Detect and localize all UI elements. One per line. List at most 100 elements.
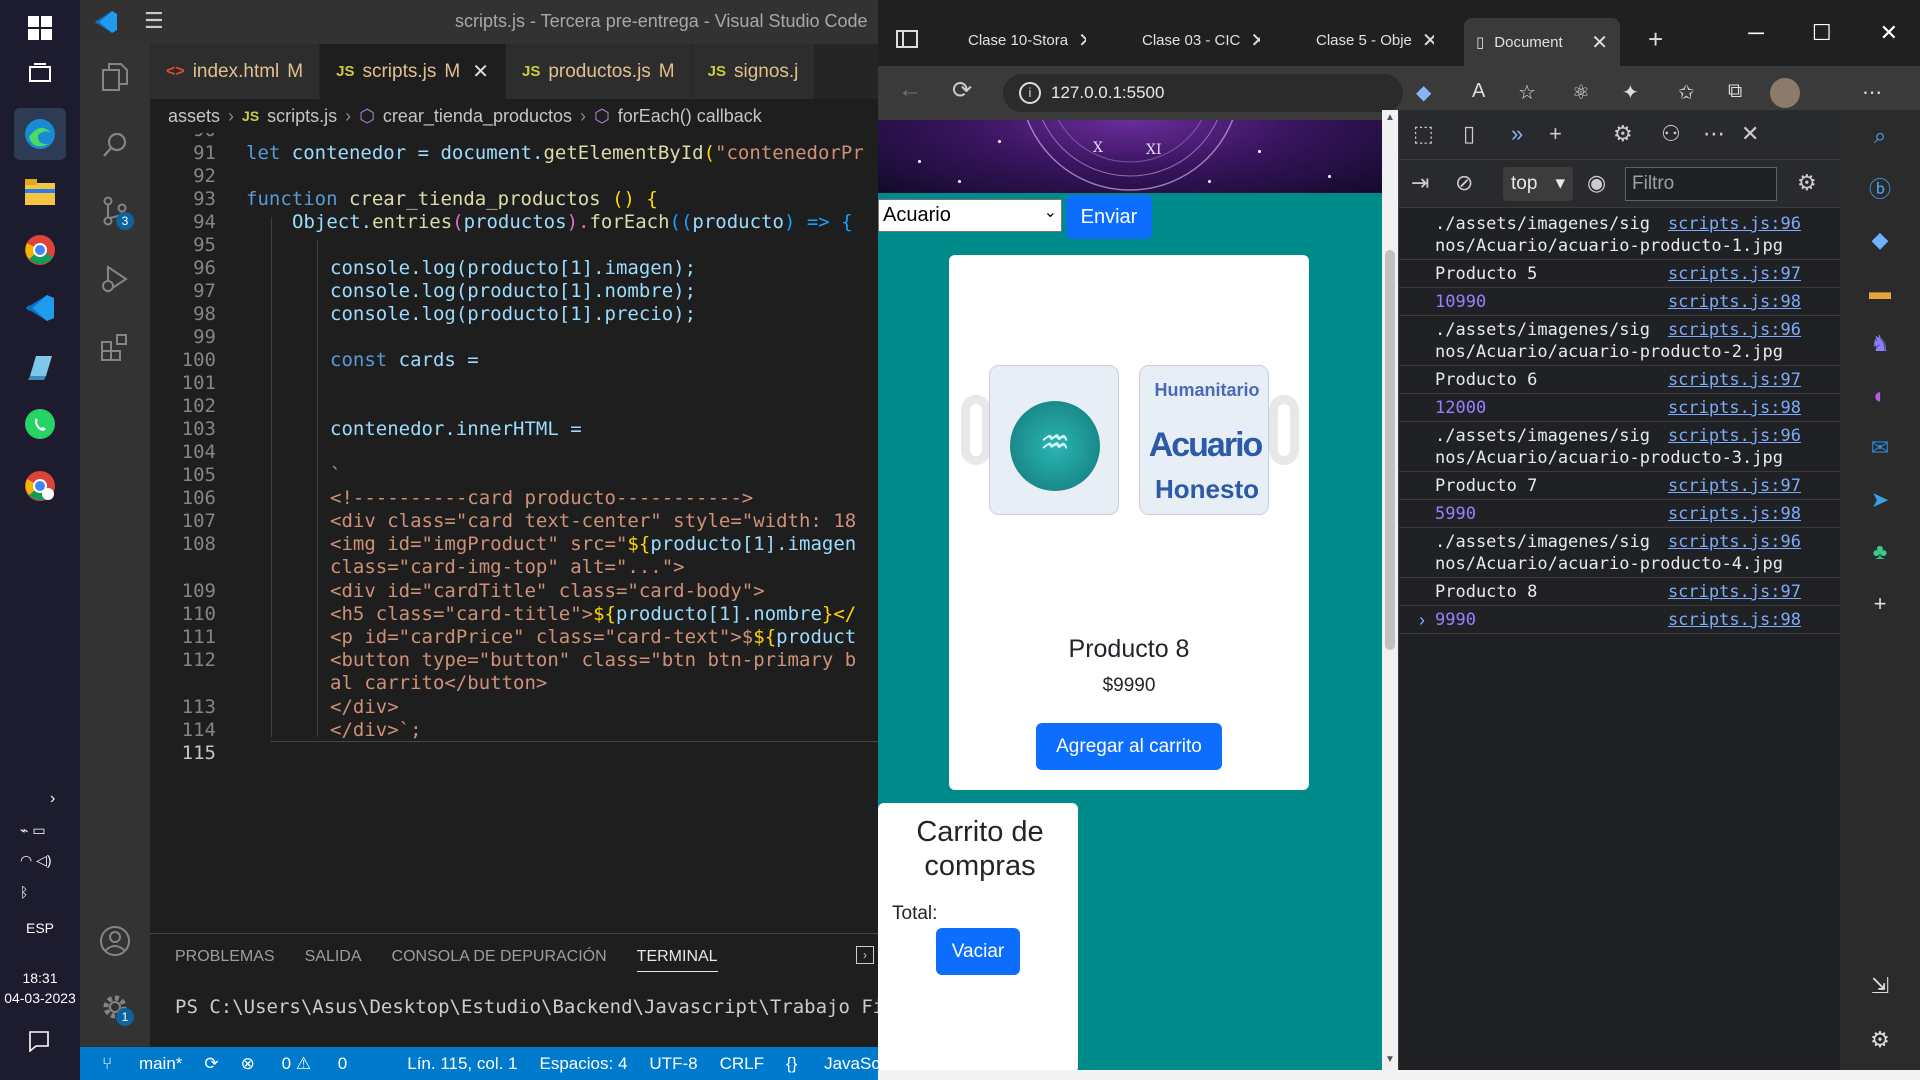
connect-icon[interactable]: ⚇ (1661, 121, 1681, 147)
terminal-launch-icon[interactable]: › (856, 946, 874, 964)
more-options-icon[interactable]: ⋯ (1703, 121, 1725, 147)
terminal-prompt[interactable]: PS C:\Users\Asus\Desktop\Estudio\Backend… (175, 996, 907, 1018)
explorer-icon[interactable] (92, 54, 138, 100)
drop-icon[interactable]: ♣ (1866, 538, 1894, 566)
wifi-volume-icons[interactable]: ◠ ◁) (20, 852, 52, 869)
console-source-link[interactable]: scripts.js:98 (1668, 609, 1801, 631)
scroll-down-icon[interactable]: ▼ (1385, 1054, 1395, 1065)
favorite-add-icon[interactable]: ☆ (1518, 80, 1536, 105)
zodiac-select[interactable]: Acuario ⌄ (878, 199, 1062, 232)
context-select[interactable]: top ▾ (1503, 167, 1573, 201)
console-source-link[interactable]: scripts.js:96 (1668, 531, 1801, 553)
collections-icon[interactable]: ⧉ (1728, 80, 1742, 103)
tab-productos-js[interactable]: JS productos.js M (505, 44, 692, 99)
chrome-icon[interactable] (14, 224, 66, 276)
clear-console-icon[interactable]: ⊘ (1455, 170, 1473, 196)
breadcrumb-folder[interactable]: assets (168, 106, 220, 127)
whatsapp-icon[interactable] (14, 398, 66, 450)
close-tab-icon[interactable]: ✕ (1422, 28, 1434, 53)
browser-tab-active[interactable]: ▯ Document ✕ (1464, 18, 1620, 66)
close-tab-icon[interactable]: ✕ (1250, 28, 1260, 53)
console-source-link[interactable]: scripts.js:98 (1668, 503, 1801, 525)
language-mode[interactable]: {} JavaScrip (786, 1054, 878, 1074)
edge-taskbar-icon[interactable] (14, 108, 66, 160)
clock[interactable]: 18:31 04-03-2023 (0, 968, 80, 1008)
console-source-link[interactable]: scripts.js:96 (1668, 213, 1801, 235)
shopping-tag-icon[interactable]: ◆ (1866, 226, 1894, 254)
close-window-icon[interactable]: ✕ (1880, 20, 1898, 46)
scroll-up-icon[interactable]: ▲ (1385, 112, 1395, 123)
browser-tab[interactable]: Clase 5 - Obje ✕ (1298, 22, 1434, 58)
scroll-thumb[interactable] (1385, 250, 1395, 650)
inspect-element-icon[interactable]: ⬚ (1413, 121, 1434, 147)
extensions-puzzle-icon[interactable]: ✦ (1622, 80, 1639, 105)
language-indicator[interactable]: ESP (0, 920, 80, 936)
breadcrumb-callback[interactable]: forEach() callback (618, 106, 762, 127)
task-view-icon[interactable] (14, 48, 66, 100)
close-tab-icon[interactable]: ✕ (1591, 30, 1608, 55)
tab-output[interactable]: SALIDA (305, 948, 362, 972)
console-source-link[interactable]: scripts.js:97 (1668, 581, 1801, 603)
empty-cart-button[interactable]: Vaciar (936, 928, 1020, 975)
windows-start-icon[interactable] (14, 2, 66, 54)
chevron-right-icon[interactable]: › (50, 790, 55, 808)
cursor-position[interactable]: Lín. 115, col. 1 (407, 1054, 517, 1074)
console-prompt-icon[interactable]: › (1419, 610, 1425, 631)
console-source-link[interactable]: scripts.js:98 (1668, 397, 1801, 419)
settings-gear-icon[interactable]: ⚙ (1613, 121, 1633, 147)
console-settings-gear-icon[interactable]: ⚙ (1797, 170, 1817, 196)
search-icon[interactable]: ⌕ (1866, 122, 1894, 150)
tab-index-html[interactable]: <> index.html M (150, 44, 321, 99)
tab-debug-console[interactable]: CONSOLA DE DEPURACIÓN (392, 948, 607, 972)
tab-problems[interactable]: PROBLEMAS (175, 948, 275, 972)
site-info-icon[interactable]: i (1019, 82, 1041, 104)
page-scrollbar[interactable]: ▲ ▼ (1382, 110, 1398, 1070)
menu-icon[interactable]: ☰ (144, 8, 164, 34)
bluetooth-icon[interactable]: ᛒ (20, 884, 28, 900)
chrome-user-icon[interactable] (14, 460, 66, 512)
device-toolbar-icon[interactable]: ▯ (1463, 121, 1475, 147)
back-icon[interactable]: ← (898, 76, 922, 104)
games-icon[interactable]: ♞ (1866, 330, 1894, 358)
maximize-icon[interactable]: ☐ (1812, 20, 1832, 46)
tag-icon[interactable]: ◆ (1416, 80, 1431, 105)
sidebar-settings-icon[interactable]: ⚙ (1866, 1026, 1894, 1054)
new-tab-icon[interactable]: + (1648, 24, 1663, 55)
browser-tab[interactable]: Clase 10-Stora ✕ (950, 22, 1086, 58)
console-source-link[interactable]: scripts.js:96 (1668, 319, 1801, 341)
console-filter-input[interactable]: Filtro (1625, 167, 1777, 201)
live-expression-eye-icon[interactable]: ◉ (1587, 170, 1606, 196)
account-icon[interactable] (92, 918, 138, 964)
console-source-link[interactable]: scripts.js:98 (1668, 291, 1801, 313)
sync-icon[interactable]: ⟳ (204, 1054, 218, 1074)
bing-chat-icon[interactable]: ⓑ (1866, 174, 1894, 202)
browser-tab[interactable]: Clase 03 - CIC ✕ (1124, 22, 1260, 58)
favorites-icon[interactable]: ✩ (1678, 80, 1695, 105)
refresh-icon[interactable]: ⟳ (952, 76, 972, 105)
tab-terminal[interactable]: TERMINAL (636, 948, 718, 972)
address-bar[interactable]: i 127.0.0.1:5500 (1003, 74, 1403, 112)
encoding[interactable]: UTF-8 (649, 1054, 697, 1074)
run-debug-icon[interactable] (92, 256, 138, 302)
hide-sidebar-icon[interactable]: ⇲ (1866, 972, 1894, 1000)
minimize-icon[interactable]: ─ (1748, 20, 1764, 46)
more-options-icon[interactable]: ⋯ (1862, 80, 1882, 105)
office-icon[interactable]: ◐ (1866, 382, 1894, 410)
extension-icon[interactable]: ⚛ (1572, 80, 1590, 105)
close-devtools-icon[interactable]: ✕ (1741, 121, 1759, 147)
indentation[interactable]: Espacios: 4 (540, 1054, 628, 1074)
tab-signos-js[interactable]: JS signos.j (691, 44, 816, 99)
add-sidebar-app-icon[interactable]: + (1866, 590, 1894, 618)
outlook-icon[interactable]: ✉ (1866, 434, 1894, 462)
system-tray-icons[interactable]: ⌁ ▭ (20, 822, 46, 839)
tab-actions-icon[interactable] (896, 28, 918, 55)
more-tabs-icon[interactable]: » (1511, 121, 1523, 147)
send-icon[interactable]: ➤ (1866, 486, 1894, 514)
console-source-link[interactable]: scripts.js:96 (1668, 425, 1801, 447)
settings-gear-icon[interactable]: 1 (92, 984, 138, 1030)
close-tab-icon[interactable]: ✕ (472, 59, 489, 84)
console-source-link[interactable]: scripts.js:97 (1668, 475, 1801, 497)
problems-status[interactable]: ⊗ 0 ⚠ 0 (241, 1054, 348, 1074)
sidebar-toggle-icon[interactable]: ⇥ (1411, 170, 1429, 196)
breadcrumb-file[interactable]: scripts.js (267, 106, 337, 127)
